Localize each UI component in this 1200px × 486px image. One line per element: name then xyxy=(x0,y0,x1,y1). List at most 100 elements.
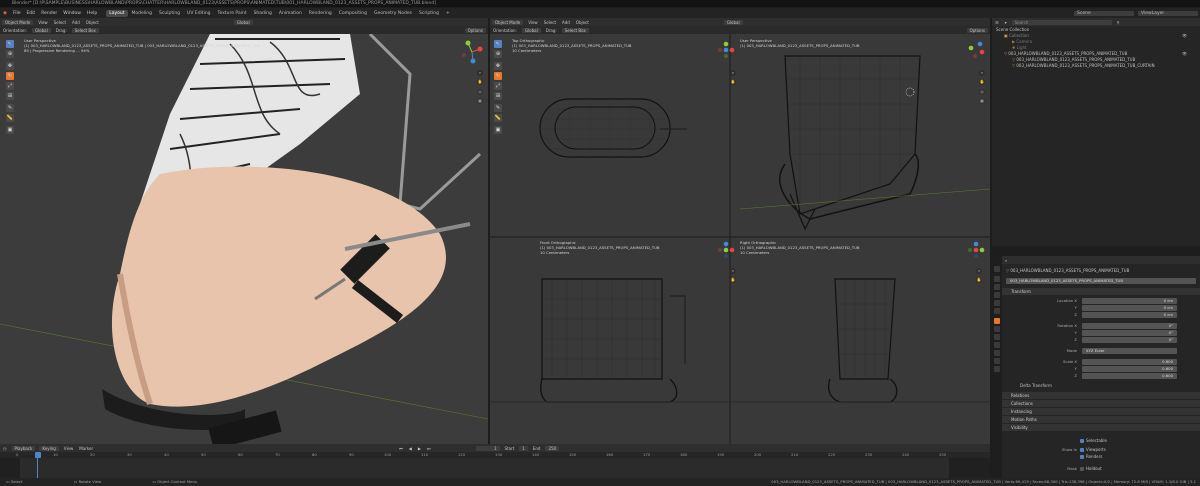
menu-file[interactable]: File xyxy=(10,11,24,16)
tab-rendering[interactable]: Rendering xyxy=(306,10,335,17)
object-tab-icon[interactable] xyxy=(994,318,1000,324)
left-menu-add[interactable]: Add xyxy=(69,20,83,25)
add-workspace-button[interactable]: + xyxy=(443,10,453,17)
measure-tool-icon[interactable]: 📏 xyxy=(6,114,14,122)
menu-render[interactable]: Render xyxy=(38,11,60,16)
left-3d-viewport[interactable]: User Perspective (1) 003_HARLOWBLAND_012… xyxy=(0,34,488,444)
right-annotate-tool-icon[interactable]: ✎ xyxy=(494,104,502,112)
location-x-field[interactable]: 0 cm xyxy=(1082,298,1177,304)
outliner-filter-icon[interactable]: ▾ xyxy=(1002,20,1010,25)
pan-hand-icon[interactable]: ✋ xyxy=(477,79,483,85)
outliner-editor-icon[interactable]: ☰ xyxy=(992,20,1002,25)
motion-paths-section[interactable]: Motion Paths xyxy=(1002,416,1200,423)
timeline-editor-icon[interactable]: ◷ xyxy=(0,446,10,451)
tab-layout[interactable]: Layout xyxy=(106,9,128,17)
ortho-toggle-icon[interactable]: ▦ xyxy=(477,98,483,104)
scale-tool-icon[interactable]: ⤢ xyxy=(6,82,14,90)
marker-menu[interactable]: Marker xyxy=(76,446,96,451)
location-y-field[interactable]: 0 cm xyxy=(1082,305,1177,311)
tab-sculpting[interactable]: Sculpting xyxy=(156,10,183,17)
front-gizmo-icon[interactable] xyxy=(716,240,736,260)
collections-section[interactable]: Collections xyxy=(1002,400,1200,407)
user-pan-icon[interactable]: ✋ xyxy=(979,79,985,85)
rotate-tool-icon[interactable]: ↻ xyxy=(6,72,14,80)
annotate-tool-icon[interactable]: ✎ xyxy=(6,104,14,112)
playhead-handle[interactable] xyxy=(35,452,41,458)
right-mode-dropdown[interactable]: Object Mode xyxy=(492,19,524,25)
properties-search-icon[interactable]: ⌕ xyxy=(1002,258,1010,263)
left-mode-dropdown[interactable]: Object Mode xyxy=(2,19,34,25)
right-orientation-dropdown[interactable]: Global xyxy=(521,27,541,33)
play-icon[interactable]: ▶ xyxy=(415,446,424,451)
top-gizmo-icon[interactable] xyxy=(716,40,736,60)
physics-tab-icon[interactable] xyxy=(994,342,1000,348)
right-add-cube-tool-icon[interactable]: ▣ xyxy=(494,126,502,134)
jump-start-icon[interactable]: ⏮ xyxy=(396,446,406,451)
right-quad-viewport[interactable]: Top Orthographic (1) 003_HARLOWBLAND_012… xyxy=(490,34,990,444)
selectable-checkbox[interactable]: Selectable xyxy=(1080,438,1107,444)
rotation-mode-dropdown[interactable]: XYZ Euler xyxy=(1082,348,1177,354)
menu-window[interactable]: Window xyxy=(60,11,84,16)
transform-section[interactable]: Transform xyxy=(1002,288,1200,295)
outliner-tub-curtain[interactable]: ▽ 003_HARLOWBLAND_0123_ASSETS_PROPS_ANIM… xyxy=(992,63,1200,69)
end-frame-field[interactable]: 250 xyxy=(545,445,560,451)
camera-view-icon[interactable]: ◎ xyxy=(477,89,483,95)
user-zoom-icon[interactable]: ⌕ xyxy=(979,70,985,76)
material-tab-icon[interactable] xyxy=(994,366,1000,372)
left-menu-view[interactable]: View xyxy=(35,20,51,25)
move-tool-icon[interactable]: ✥ xyxy=(6,62,14,70)
left-drag-dropdown[interactable]: Select Box xyxy=(71,27,99,33)
transform-tool-icon[interactable]: ⊞ xyxy=(6,92,14,100)
select-tool-icon[interactable]: ↖ xyxy=(6,40,14,48)
right-menu-object[interactable]: Object xyxy=(573,20,592,25)
front-pan-icon[interactable]: ✋ xyxy=(730,277,736,283)
tab-modeling[interactable]: Modeling xyxy=(129,10,155,17)
left-menu-select[interactable]: Select xyxy=(51,20,69,25)
user-ortho-icon[interactable]: ▦ xyxy=(979,98,985,104)
scale-z-field[interactable]: 0.600 xyxy=(1082,373,1177,379)
right-menu-add[interactable]: Add xyxy=(559,20,573,25)
timeline-view-menu[interactable]: View xyxy=(61,446,77,451)
blender-logo-icon[interactable]: ◉ xyxy=(0,11,10,16)
right-zoom-icon[interactable]: ⌕ xyxy=(976,268,982,274)
right-move-tool-icon[interactable]: ✥ xyxy=(494,62,502,70)
constraints-tab-icon[interactable] xyxy=(994,350,1000,356)
add-cube-tool-icon[interactable]: ▣ xyxy=(6,126,14,134)
scene-tab-icon[interactable] xyxy=(994,300,1000,306)
user-camera-icon[interactable]: ◎ xyxy=(979,89,985,95)
right-drag-dropdown[interactable]: Select Box xyxy=(561,27,589,33)
user-gizmo-icon[interactable] xyxy=(966,40,986,60)
right-gizmo-icon[interactable] xyxy=(966,240,986,260)
location-z-field[interactable]: 0 cm xyxy=(1082,312,1177,318)
delta-transform-subpanel[interactable]: Delta Transform xyxy=(1020,383,1052,389)
scene-selector[interactable]: Scene xyxy=(1074,10,1134,16)
right-transform-tool-icon[interactable]: ⊞ xyxy=(494,92,502,100)
right-transform-dropdown[interactable]: Global xyxy=(723,19,743,25)
tab-shading[interactable]: Shading xyxy=(251,10,275,17)
jump-end-icon[interactable]: ⏭ xyxy=(424,446,434,451)
right-menu-view[interactable]: View xyxy=(525,20,541,25)
zoom-icon[interactable]: ⌕ xyxy=(477,70,483,76)
left-transform-dropdown[interactable]: Global xyxy=(233,19,253,25)
navigation-gizmo-icon[interactable] xyxy=(460,40,484,64)
top-zoom-icon[interactable]: ⌕ xyxy=(730,70,736,76)
data-tab-icon[interactable] xyxy=(994,358,1000,364)
right-cursor-tool-icon[interactable]: ⊕ xyxy=(494,50,502,58)
outliner-eye-icon[interactable]: 👁 xyxy=(1182,51,1187,56)
holdout-checkbox[interactable]: Holdout xyxy=(1080,466,1102,472)
current-frame-field[interactable]: 1 xyxy=(475,445,500,451)
play-reverse-icon[interactable]: ◀ xyxy=(406,446,415,451)
rotation-y-field[interactable]: 0° xyxy=(1082,330,1177,336)
left-orientation-dropdown[interactable]: Global xyxy=(31,27,51,33)
output-tab-icon[interactable] xyxy=(994,284,1000,290)
right-rotate-tool-icon[interactable]: ↻ xyxy=(494,72,502,80)
scale-y-field[interactable]: 0.600 xyxy=(1082,366,1177,372)
timeline-ruler[interactable]: 0 10 20 30 40 50 60 70 80 90 100 110 120… xyxy=(0,452,990,458)
rotation-z-field[interactable]: 0° xyxy=(1082,337,1177,343)
playback-menu[interactable]: Playback xyxy=(11,445,36,451)
render-tab-icon[interactable] xyxy=(994,276,1000,282)
modifier-tab-icon[interactable] xyxy=(994,326,1000,332)
left-options-button[interactable]: Options xyxy=(464,27,486,33)
object-name-field[interactable]: 003_HARLOWBLAND_0123_ASSETS_PROPS_ANIMAT… xyxy=(1006,278,1196,284)
right-pan-icon[interactable]: ✋ xyxy=(976,277,982,283)
